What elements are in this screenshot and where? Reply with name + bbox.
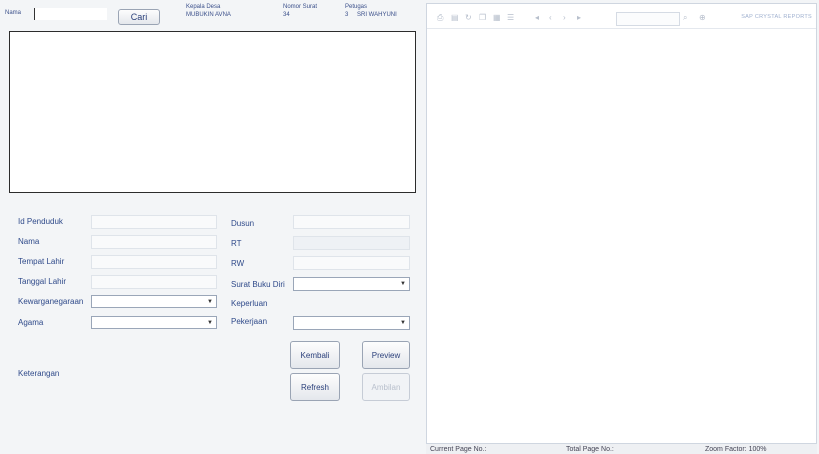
refresh-button[interactable]: Refresh [290,373,340,401]
current-page-label: Current Page No.: [430,446,487,453]
surat-buku-diri-label: Surat Buku Diri [231,280,285,289]
group-tree-icon[interactable]: ▦ [493,14,501,22]
zoom-icon[interactable]: ⊕ [699,14,707,22]
export-icon[interactable]: ⎙ [437,14,445,22]
last-page-icon[interactable]: ▸ [577,14,585,22]
report-brand: SAP CRYSTAL REPORTS [741,14,812,20]
rw-label: RW [231,259,245,268]
kepala-desa-value: MUBUKIN AVNA [186,12,231,18]
search-input[interactable] [34,8,107,20]
toolbar-divider [427,28,816,29]
rt-field[interactable] [293,236,410,250]
petugas-label: Petugas [345,4,368,10]
first-page-icon[interactable]: ◂ [535,14,543,22]
page-number-input[interactable] [616,12,680,26]
find-icon[interactable]: ⌕ [683,14,691,22]
next-page-icon[interactable]: › [563,14,571,22]
preview-button[interactable]: Preview [362,341,410,369]
chevron-down-icon: ▼ [207,320,213,326]
print-icon[interactable]: ▤ [451,14,459,22]
rw-field[interactable] [293,256,410,270]
zoom-factor-label: Zoom Factor: 100% [705,446,767,453]
tempat-lahir-field[interactable] [91,255,217,269]
search-button[interactable]: Cari [118,9,160,25]
agama-select[interactable]: ▼ [91,316,217,329]
kewarganegaraan-select[interactable]: ▼ [91,295,217,308]
keterangan-label: Keterangan [18,369,60,378]
rt-label: RT [231,239,242,248]
ambil-button[interactable]: Ambilan [362,373,410,401]
nama-field[interactable] [91,235,217,249]
kembali-button[interactable]: Kembali [290,341,340,369]
keperluan-label: Keperluan [231,299,268,308]
tanggal-lahir-label: Tanggal Lahir [18,277,67,286]
agama-label: Agama [18,318,44,327]
id-penduduk-field[interactable] [91,215,217,229]
petugas-id: 3 [345,12,349,18]
copy-icon[interactable]: ❐ [479,14,487,22]
tempat-lahir-label: Tempat Lahir [18,257,65,266]
pekerjaan-label: Pekerjaan [231,317,268,326]
id-penduduk-label: Id Penduduk [18,217,63,226]
result-list[interactable] [9,31,416,193]
kepala-desa-label: Kepala Desa [186,4,221,10]
nomor-surat-value: 34 [283,12,290,18]
chevron-down-icon: ▼ [400,281,406,287]
report-viewer[interactable]: ⎙ ▤ ↻ ❐ ▦ ☰ ◂ ‹ › ▸ ⌕ ⊕ SAP CRYSTAL REPO… [426,3,817,444]
pekerjaan-select[interactable]: ▼ [293,316,410,330]
nama-label: Nama [18,237,40,246]
prev-page-icon[interactable]: ‹ [549,14,557,22]
parameter-icon[interactable]: ☰ [507,14,515,22]
total-page-label: Total Page No.: [566,446,614,453]
search-label: Nama [5,10,22,16]
chevron-down-icon: ▼ [400,320,406,326]
dusun-field[interactable] [293,215,410,229]
chevron-down-icon: ▼ [207,299,213,305]
tanggal-lahir-field[interactable] [91,275,217,289]
refresh-icon[interactable]: ↻ [465,14,473,22]
kewarganegaraan-label: Kewarganegaraan [18,297,84,306]
petugas-name: SRI WAHYUNI [357,12,397,18]
surat-buku-diri-select[interactable]: ▼ [293,277,410,291]
dusun-label: Dusun [231,219,255,228]
nomor-surat-label: Nomor Surat [283,4,318,10]
